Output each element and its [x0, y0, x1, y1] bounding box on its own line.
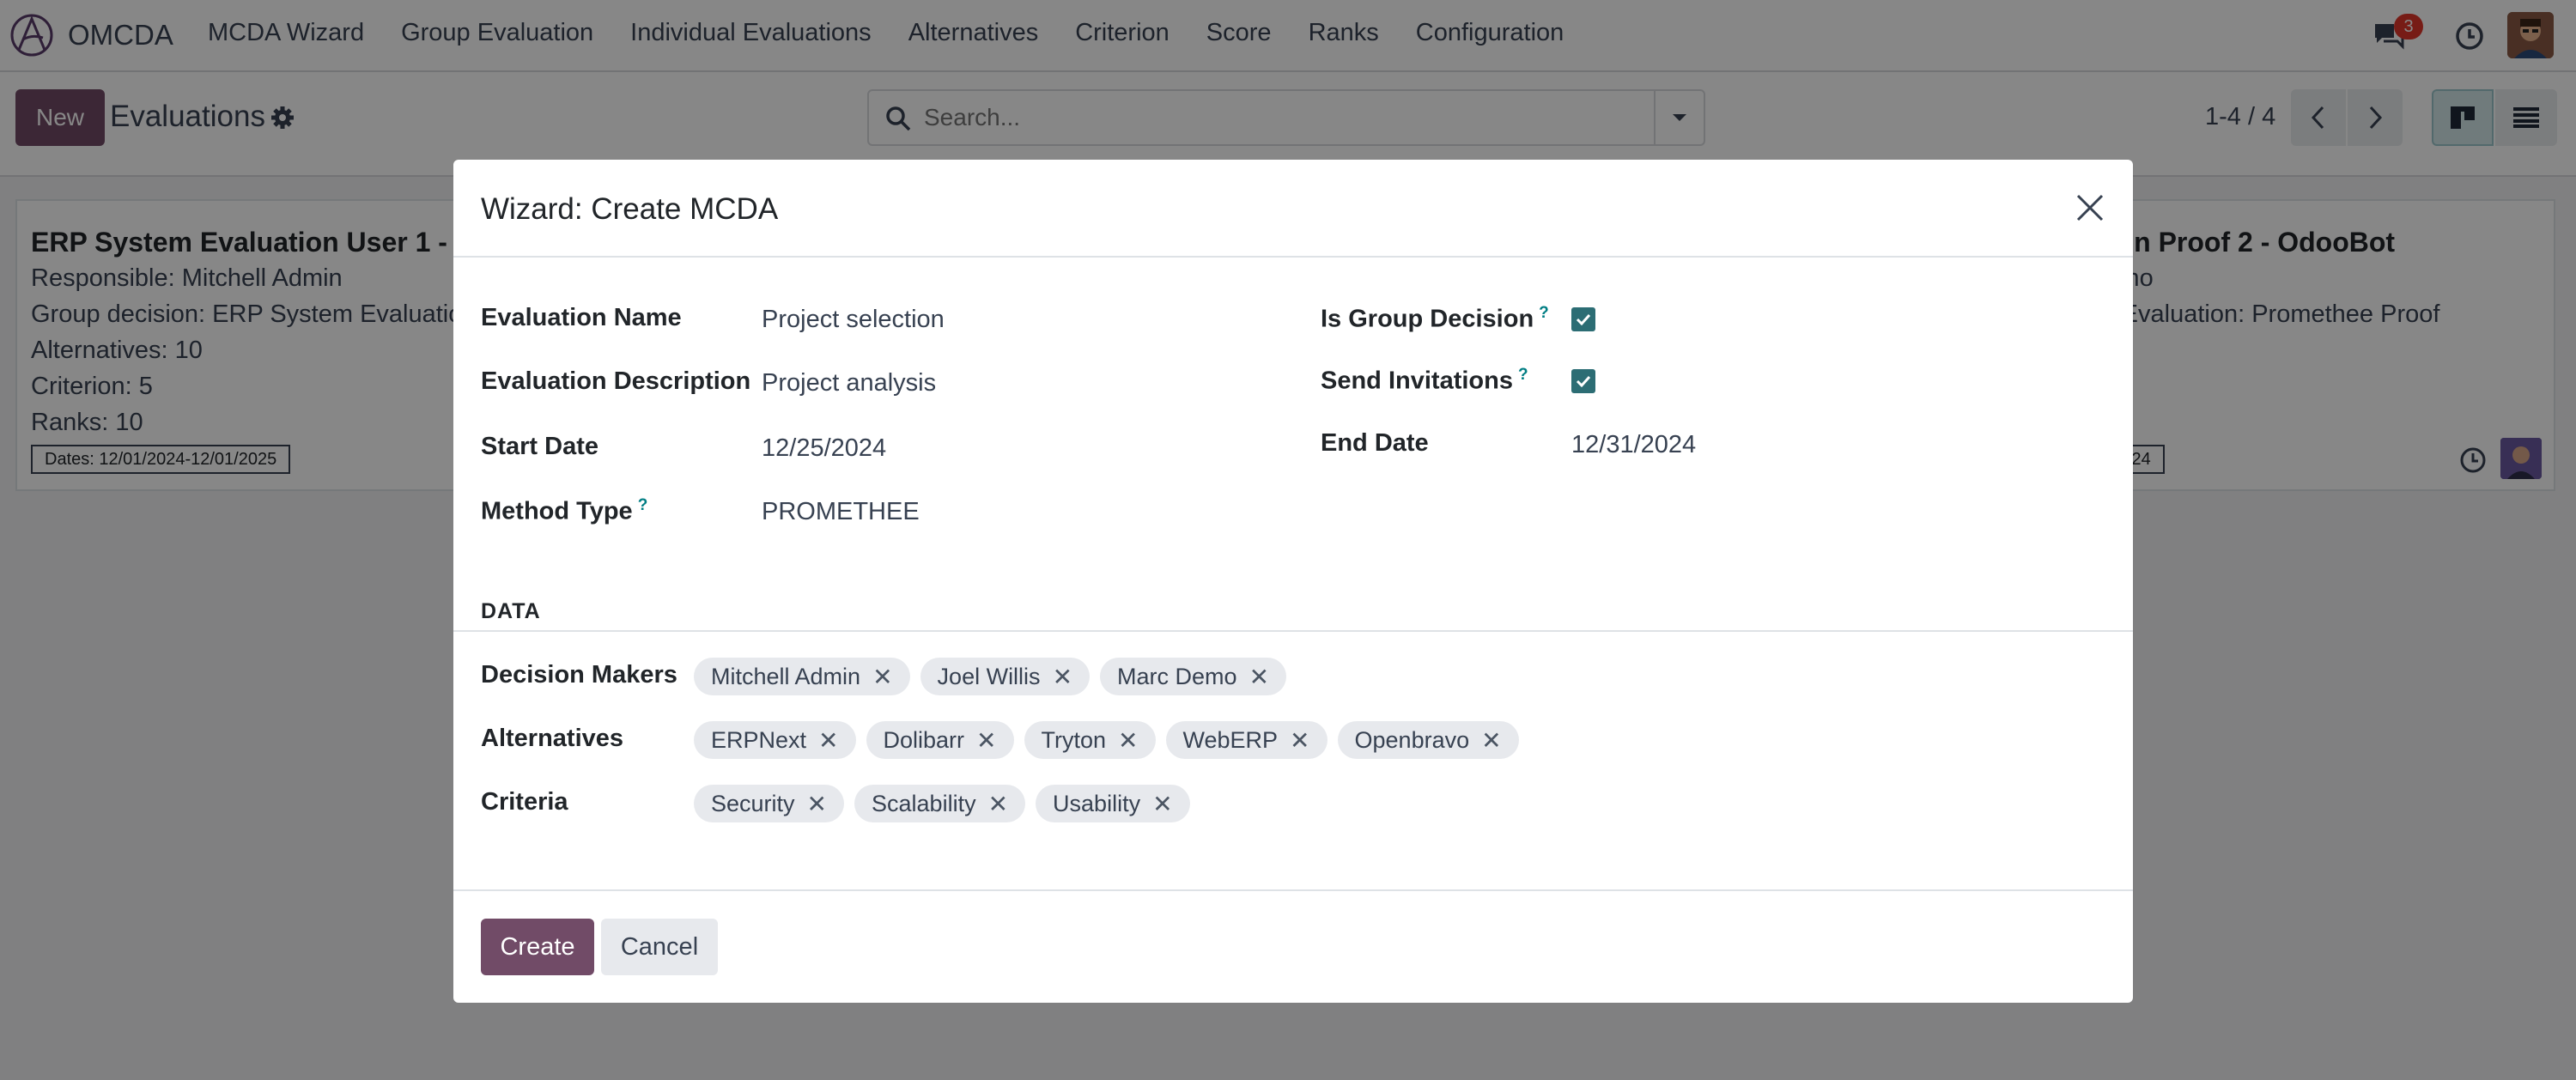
tag-label: Scalability: [872, 790, 976, 816]
method-type-label: Method Type?: [481, 496, 647, 526]
end-date-field[interactable]: 12/31/2024: [1571, 431, 1696, 459]
remove-tag-icon[interactable]: ✕: [1053, 663, 1072, 691]
evaluation-name-field[interactable]: Project selection: [762, 306, 945, 334]
remove-tag-icon[interactable]: ✕: [1118, 726, 1138, 755]
decision-makers-label: Decision Makers: [481, 661, 677, 689]
remove-tag-icon[interactable]: ✕: [1290, 726, 1309, 755]
is-group-decision-checkbox[interactable]: [1571, 307, 1595, 331]
alternatives-label: Alternatives: [481, 725, 624, 752]
help-icon[interactable]: ?: [1518, 366, 1528, 384]
start-date-field[interactable]: 12/25/2024: [762, 434, 886, 463]
remove-tag-icon[interactable]: ✕: [1249, 663, 1269, 691]
tag-label: Usability: [1053, 790, 1141, 816]
is-group-decision-label: Is Group Decision?: [1321, 304, 1549, 334]
remove-tag-icon[interactable]: ✕: [976, 726, 996, 755]
tag: Openbravo ✕: [1337, 721, 1519, 759]
cancel-button[interactable]: Cancel: [601, 919, 718, 975]
create-button[interactable]: Create: [481, 919, 594, 975]
tag: Scalability ✕: [854, 785, 1026, 822]
checkmark-icon: [1576, 375, 1591, 387]
tag-label: Openbravo: [1354, 726, 1470, 753]
remove-tag-icon[interactable]: ✕: [988, 790, 1008, 818]
tag-label: Security: [711, 790, 795, 816]
method-type-select[interactable]: PROMETHEE: [762, 498, 920, 526]
start-date-label: Start Date: [481, 433, 598, 460]
help-icon[interactable]: ?: [638, 496, 648, 514]
tag: Tryton ✕: [1024, 721, 1156, 759]
send-invitations-label: Send Invitations?: [1321, 366, 1528, 396]
tag: ERPNext ✕: [694, 721, 856, 759]
decision-makers-tags[interactable]: Mitchell Admin ✕ Joel Willis ✕ Marc Demo ✕: [694, 658, 1297, 695]
tag-label: ERPNext: [711, 726, 807, 753]
send-invitations-checkbox[interactable]: [1571, 369, 1595, 393]
tag-label: Tryton: [1041, 726, 1107, 753]
remove-tag-icon[interactable]: ✕: [872, 663, 892, 691]
tag: Dolibarr ✕: [866, 721, 1014, 759]
tag-label: Dolibarr: [883, 726, 965, 753]
criteria-label: Criteria: [481, 788, 568, 816]
tag: Mitchell Admin ✕: [694, 658, 910, 695]
remove-tag-icon[interactable]: ✕: [818, 726, 838, 755]
tag: Marc Demo ✕: [1100, 658, 1287, 695]
send-invitations-label-text: Send Invitations: [1321, 367, 1513, 395]
close-icon[interactable]: [2073, 191, 2107, 225]
remove-tag-icon[interactable]: ✕: [807, 790, 827, 818]
dialog-title: Wizard: Create MCDA: [481, 192, 779, 226]
tag-label: WebERP: [1182, 726, 1279, 753]
end-date-label: End Date: [1321, 429, 1429, 457]
evaluation-description-label: Evaluation Description: [481, 367, 751, 395]
dialog-header: Wizard: Create MCDA: [453, 160, 2133, 258]
help-icon[interactable]: ?: [1539, 304, 1549, 322]
footer-divider: [453, 889, 2133, 891]
criteria-tags[interactable]: Security ✕ Scalability ✕ Usability ✕: [694, 785, 1200, 822]
evaluation-description-field[interactable]: Project analysis: [762, 369, 936, 397]
is-group-decision-label-text: Is Group Decision: [1321, 305, 1534, 333]
tag: Joel Willis ✕: [920, 658, 1091, 695]
wizard-dialog: Wizard: Create MCDA Evaluation Name Proj…: [453, 160, 2133, 1003]
data-section-title: DATA: [481, 599, 541, 623]
method-type-label-text: Method Type: [481, 497, 633, 525]
tag: Security ✕: [694, 785, 845, 822]
remove-tag-icon[interactable]: ✕: [1481, 726, 1501, 755]
tag: Usability ✕: [1036, 785, 1190, 822]
section-divider: [453, 630, 2133, 632]
checkmark-icon: [1576, 313, 1591, 325]
alternatives-tags[interactable]: ERPNext ✕ Dolibarr ✕ Tryton ✕ WebERP ✕ Openb…: [694, 721, 1529, 759]
tag-label: Joel Willis: [937, 663, 1041, 689]
tag-label: Marc Demo: [1117, 663, 1237, 689]
evaluation-name-label: Evaluation Name: [481, 304, 682, 331]
remove-tag-icon[interactable]: ✕: [1152, 790, 1172, 818]
tag-label: Mitchell Admin: [711, 663, 861, 689]
tag: WebERP ✕: [1165, 721, 1327, 759]
